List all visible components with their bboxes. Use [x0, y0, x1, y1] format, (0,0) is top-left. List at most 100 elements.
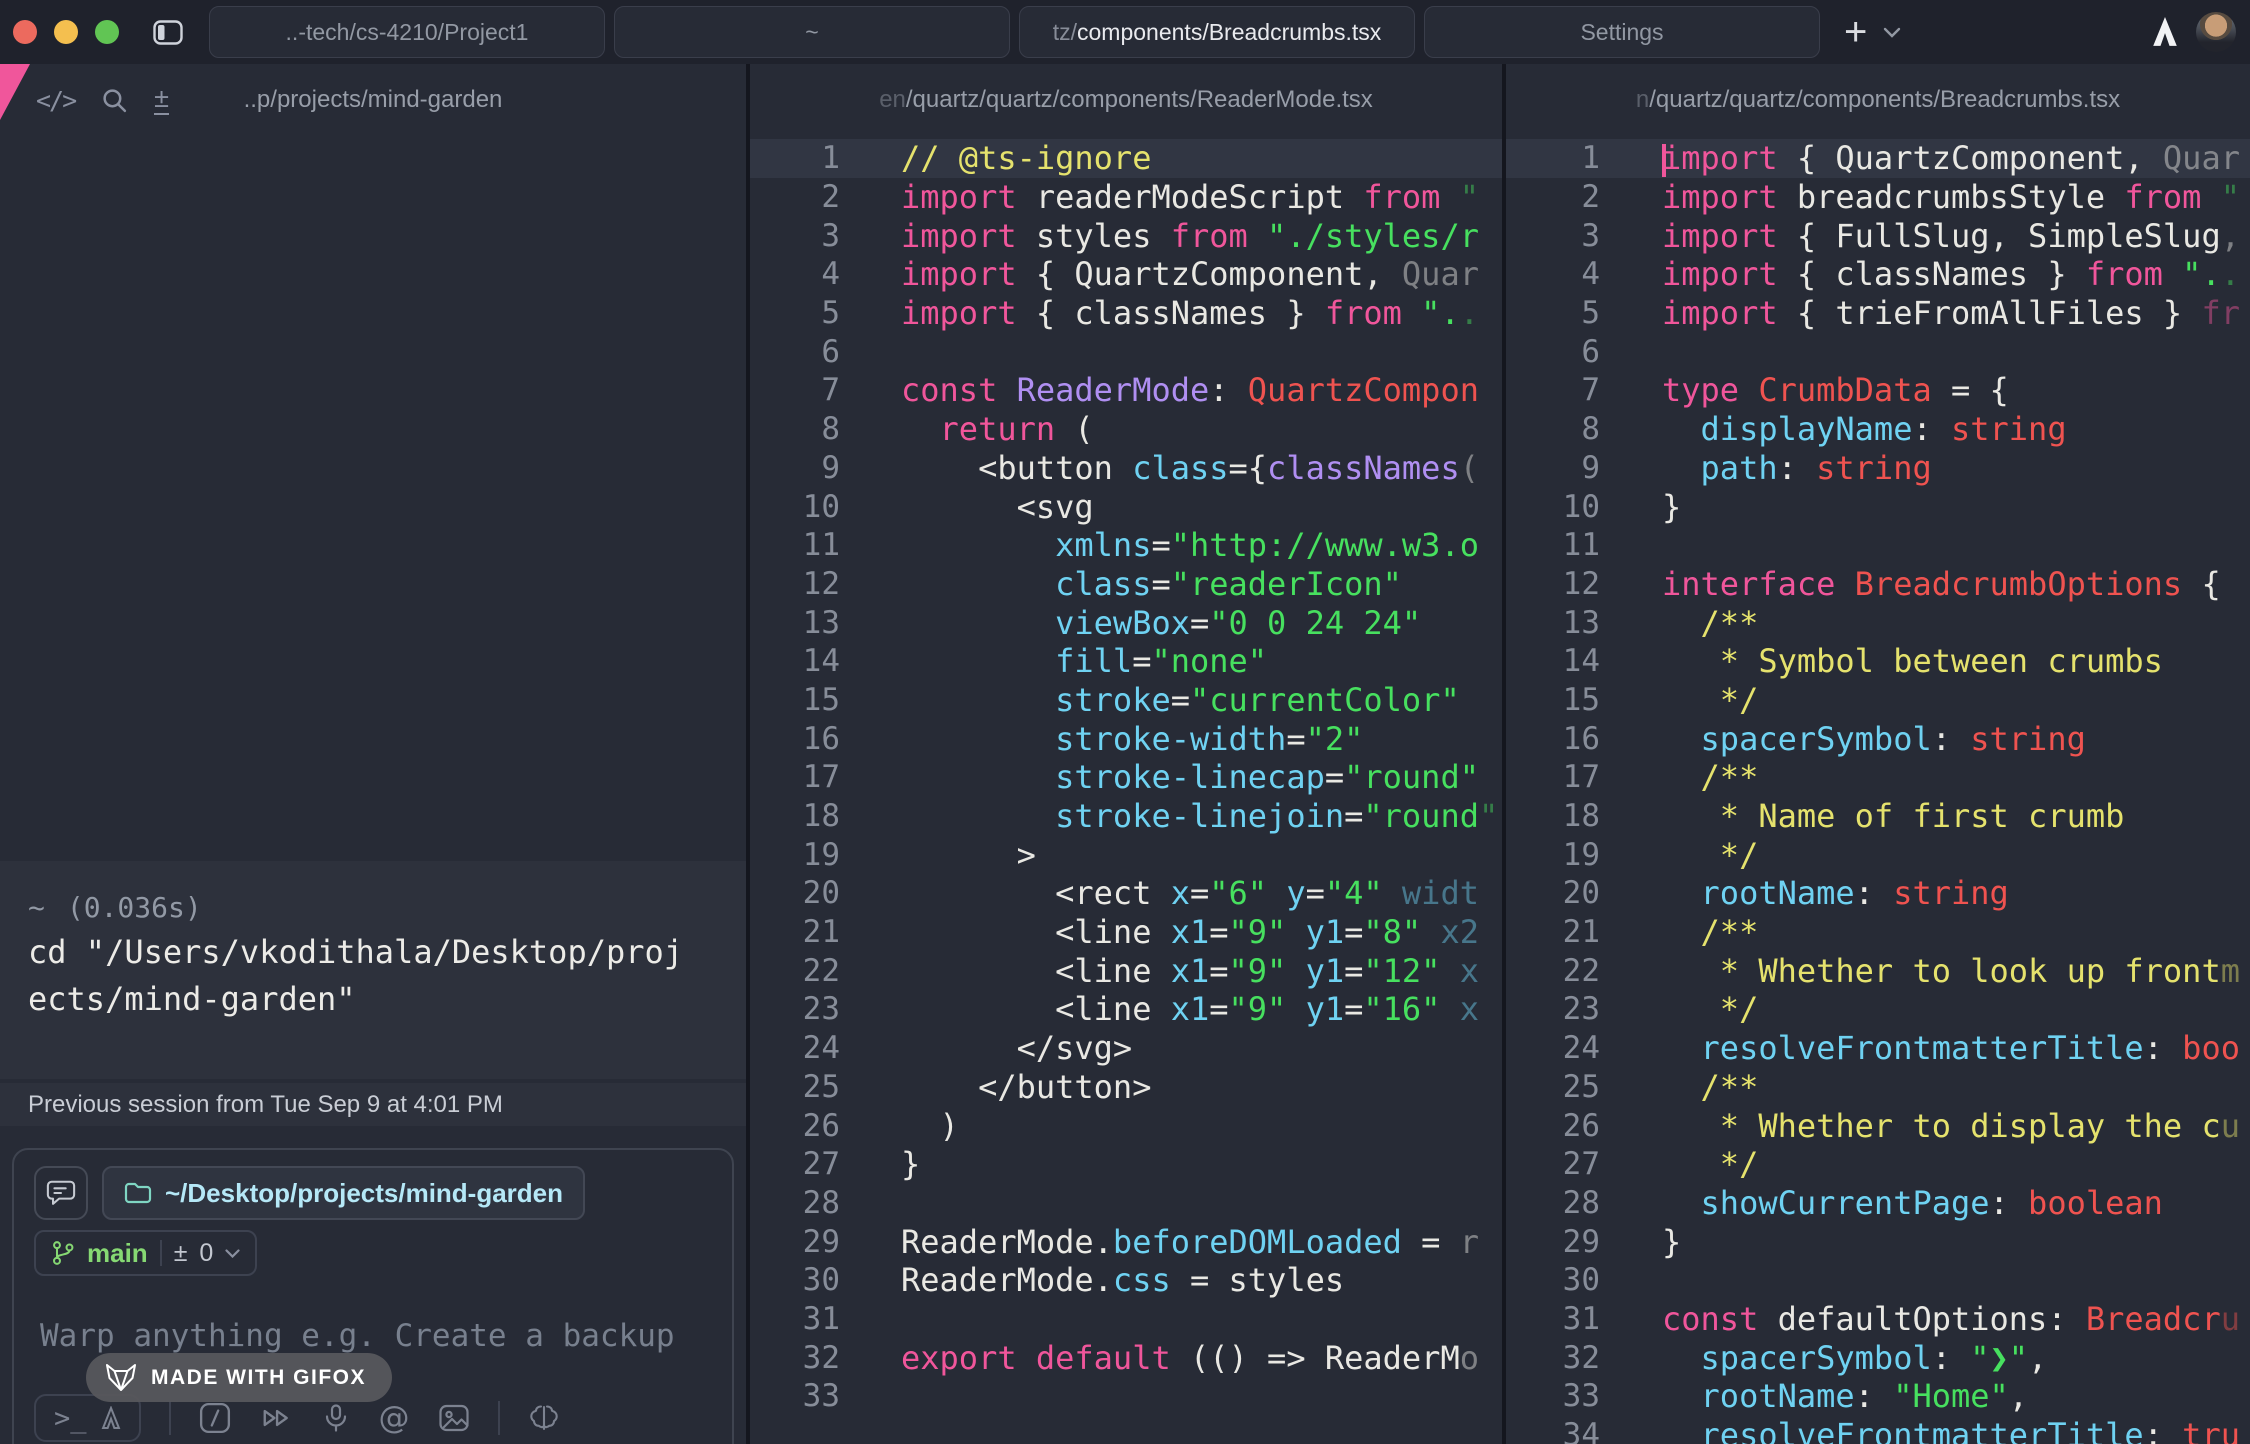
line-number: 27 — [750, 1146, 840, 1182]
gifox-badge: MADE WITH GIFOX — [86, 1353, 392, 1402]
code-line: 33 rootName: "Home", — [1506, 1377, 2250, 1416]
line-number: 34 — [1506, 1417, 1600, 1444]
attach-image-icon[interactable] — [438, 1403, 470, 1433]
line-number: 14 — [1506, 643, 1600, 679]
line-number: 21 — [1506, 914, 1600, 950]
gifox-label: MADE WITH GIFOX — [151, 1366, 366, 1390]
code-line: 27 */ — [1506, 1145, 2250, 1184]
code-line: 20 rootName: string — [1506, 874, 2250, 913]
line-number: 31 — [750, 1301, 840, 1337]
zoom-button[interactable] — [95, 20, 119, 44]
session-banner: Previous session from Tue Sep 9 at 4:01 … — [0, 1083, 746, 1126]
line-number: 33 — [750, 1378, 840, 1414]
code-line: 26 * Whether to display the cu — [1506, 1106, 2250, 1145]
line-number: 19 — [1506, 837, 1600, 873]
code-line: 24 resolveFrontmatterTitle: boo — [1506, 1029, 2250, 1068]
code-line: 30ReaderMode.css = styles — [750, 1261, 1502, 1300]
line-number: 29 — [750, 1224, 840, 1260]
code-line: 2import breadcrumbsStyle from " — [1506, 178, 2250, 217]
code-line: 8 displayName: string — [1506, 410, 2250, 449]
line-number: 8 — [1506, 411, 1600, 447]
terminal-prompt-icon: >_ — [54, 1403, 87, 1434]
code-blocks-icon[interactable]: </> — [36, 86, 75, 115]
line-number: 27 — [1506, 1146, 1600, 1182]
line-number: 18 — [750, 798, 840, 834]
ai-brain-icon[interactable] — [528, 1402, 560, 1434]
pane-path: en/quartz/quartz/components/ReaderMode.t… — [750, 64, 1502, 136]
code-line: 25 </button> — [750, 1068, 1502, 1107]
code-line: 21 <line x1="9" y1="8" x2 — [750, 913, 1502, 952]
new-tab-button[interactable]: + — [1844, 12, 1867, 52]
mention-icon[interactable]: @ — [379, 1400, 410, 1436]
tab[interactable]: Settings — [1424, 6, 1820, 58]
minimize-button[interactable] — [54, 20, 78, 44]
code-area[interactable]: 1import { QuartzComponent, Quar2import b… — [1506, 139, 2250, 1444]
git-branch-chip[interactable]: main ± 0 — [34, 1230, 257, 1276]
microphone-icon[interactable] — [321, 1402, 351, 1434]
code-line: 1// @ts-ignore — [750, 139, 1502, 178]
line-number: 2 — [750, 179, 840, 215]
line-number: 29 — [1506, 1224, 1600, 1260]
command-cwd-symbol: ~ — [28, 891, 45, 924]
line-number: 11 — [750, 527, 840, 563]
gifox-fox-icon — [104, 1362, 138, 1394]
feedback-bubble-icon[interactable] — [34, 1166, 88, 1220]
pane-focus-indicator — [0, 64, 30, 120]
code-line: 22 <line x1="9" y1="12" x — [750, 951, 1502, 990]
code-line: 31const defaultOptions: Breadcru — [1506, 1300, 2250, 1339]
line-number: 7 — [750, 372, 840, 408]
code-line: 14 fill="none" — [750, 642, 1502, 681]
input-placeholder[interactable]: Warp anything e.g. Create a backup — [40, 1318, 675, 1354]
code-line: 29ReaderMode.beforeDOMLoaded = r — [750, 1222, 1502, 1261]
code-line: 18 stroke-linejoin="round" — [750, 797, 1502, 836]
code-line: 7type CrumbData = { — [1506, 371, 2250, 410]
code-line: 20 <rect x="6" y="4" widt — [750, 874, 1502, 913]
code-line: 23 <line x1="9" y1="16" x — [750, 990, 1502, 1029]
code-line: 17 stroke-linecap="round" — [750, 758, 1502, 797]
line-number: 28 — [1506, 1185, 1600, 1221]
code-line: 10 <svg — [750, 487, 1502, 526]
code-line: 30 — [1506, 1261, 2250, 1300]
folder-icon — [124, 1181, 152, 1205]
code-line: 12 class="readerIcon" — [750, 565, 1502, 604]
sidebar-toggle-icon[interactable] — [153, 20, 183, 45]
command-text-line: cd "/Users/vkodithala/Desktop/proj — [28, 929, 746, 976]
line-number: 21 — [750, 914, 840, 950]
slash-commands-icon[interactable] — [199, 1402, 231, 1434]
tab[interactable]: ~ — [614, 6, 1010, 58]
line-number: 5 — [1506, 295, 1600, 331]
diff-changes-icon[interactable]: ± — [154, 85, 169, 115]
line-number: 28 — [750, 1185, 840, 1221]
code-line: 16 spacerSymbol: string — [1506, 719, 2250, 758]
tab[interactable]: ..-tech/cs-4210/Project1 — [209, 6, 605, 58]
titlebar: ..-tech/cs-4210/Project1~tz/components/B… — [0, 0, 2250, 64]
line-number: 15 — [750, 682, 840, 718]
fast-forward-icon[interactable] — [259, 1403, 293, 1433]
code-line: 25 /** — [1506, 1068, 2250, 1107]
code-line: 8 return ( — [750, 410, 1502, 449]
line-number: 23 — [750, 991, 840, 1027]
avatar[interactable] — [2196, 12, 2236, 52]
code-line: 21 /** — [1506, 913, 2250, 952]
code-line: 1import { QuartzComponent, Quar — [1506, 139, 2250, 178]
line-number: 5 — [750, 295, 840, 331]
close-button[interactable] — [13, 20, 37, 44]
line-number: 33 — [1506, 1378, 1600, 1414]
cwd-chip[interactable]: ~/Desktop/projects/mind-garden — [102, 1166, 585, 1220]
tab-list-chevron-down-icon[interactable] — [1883, 27, 1901, 38]
line-number: 17 — [750, 759, 840, 795]
line-number: 2 — [1506, 179, 1600, 215]
code-line: 2import readerModeScript from " — [750, 178, 1502, 217]
line-number: 10 — [750, 489, 840, 525]
search-icon[interactable] — [101, 87, 128, 114]
code-line: 4import { QuartzComponent, Quar — [750, 255, 1502, 294]
code-line: 32 spacerSymbol: "❯", — [1506, 1338, 2250, 1377]
line-number: 3 — [750, 218, 840, 254]
line-number: 6 — [750, 334, 840, 370]
tab[interactable]: tz/components/Breadcrumbs.tsx — [1019, 6, 1415, 58]
line-number: 1 — [1506, 140, 1600, 176]
line-number: 9 — [750, 450, 840, 486]
code-line: 11 — [1506, 526, 2250, 565]
line-number: 13 — [1506, 605, 1600, 641]
code-area[interactable]: 1// @ts-ignore2import readerModeScript f… — [750, 139, 1502, 1416]
